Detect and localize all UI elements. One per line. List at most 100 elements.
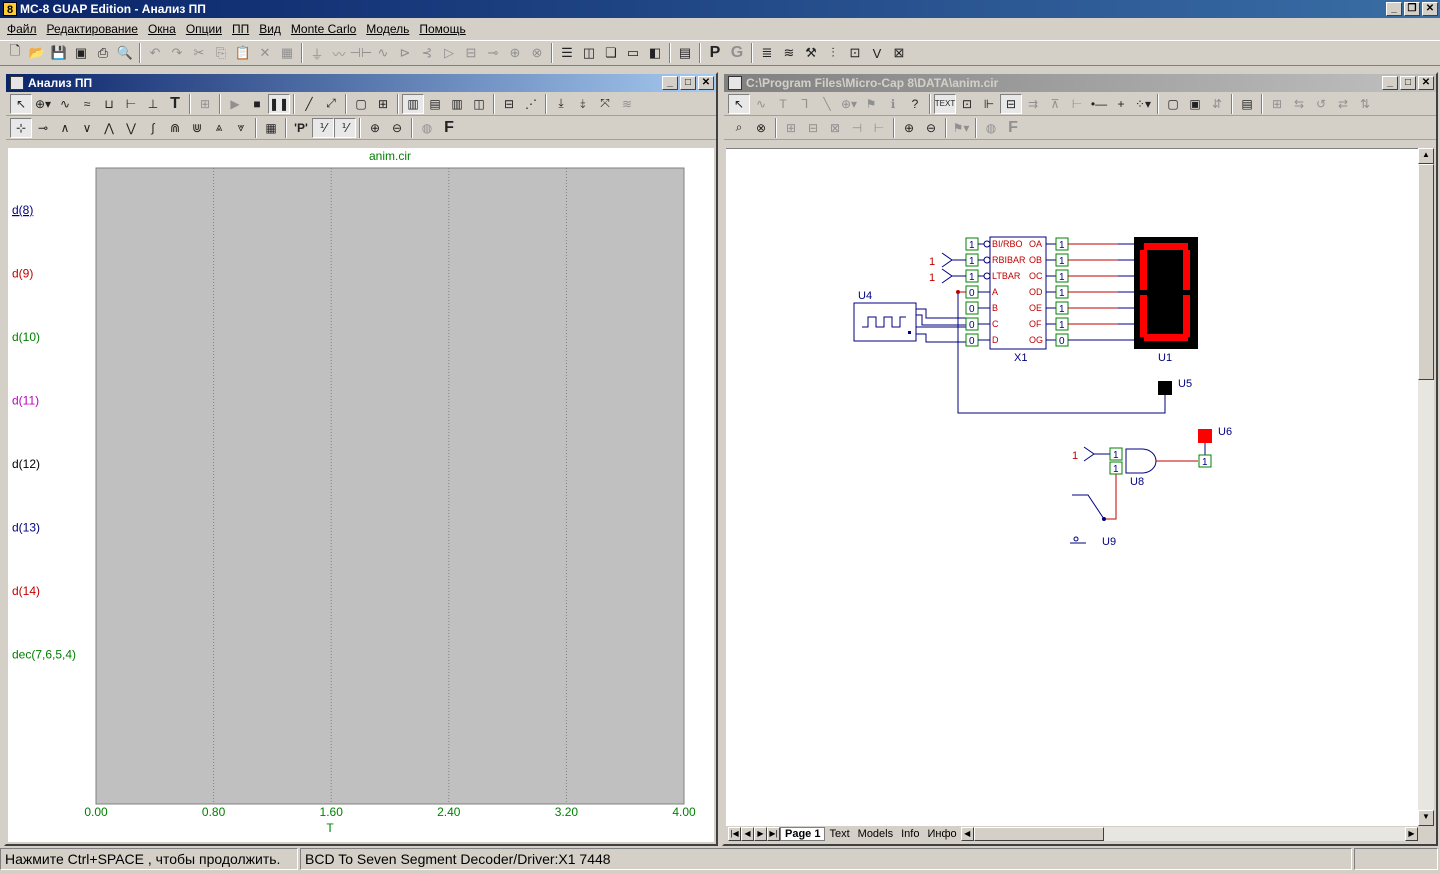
cursor-valley-icon[interactable]: ⊸ bbox=[32, 118, 54, 138]
title-block-icon[interactable]: ▣ bbox=[1184, 94, 1206, 114]
same-x-icon[interactable]: ⅟ bbox=[334, 117, 356, 138]
waveform-icon[interactable]: ≋ bbox=[778, 42, 800, 64]
cursor-both-icon[interactable]: ⤧ bbox=[594, 94, 616, 114]
flip-y-icon[interactable]: ⇅ bbox=[1354, 94, 1376, 114]
menu-edit[interactable]: Редактирование bbox=[42, 22, 143, 36]
stop-icon[interactable]: ■ bbox=[246, 94, 268, 114]
cursor-left-icon[interactable]: ⤓ bbox=[550, 94, 572, 114]
macro-icon[interactable]: ⊞ bbox=[780, 118, 802, 138]
info-mode-icon[interactable]: ℹ bbox=[882, 94, 904, 114]
tab-info-ru[interactable]: Инфо bbox=[923, 828, 960, 840]
properties-icon[interactable]: ⊞ bbox=[194, 94, 216, 114]
next-peak-icon[interactable]: ∧ bbox=[54, 118, 76, 138]
prev-page-button[interactable]: ◀ bbox=[741, 827, 754, 841]
cursor-wave-icon[interactable]: ≋ bbox=[616, 94, 638, 114]
window-icon[interactable]: ▭ bbox=[622, 42, 644, 64]
attributes-icon[interactable]: ▤ bbox=[1236, 94, 1258, 114]
trace-label[interactable]: d(8) bbox=[12, 203, 33, 217]
font-icon[interactable]: F bbox=[1002, 118, 1024, 138]
schematic-canvas[interactable]: U4 X1 BI/RBO RBIBAR LTBAR A B C D OA OB bbox=[726, 148, 1420, 826]
restore-button[interactable]: ❐ bbox=[1404, 2, 1420, 16]
rotate-left-icon[interactable]: ↺ bbox=[1310, 94, 1332, 114]
tab-models[interactable]: Models bbox=[854, 828, 897, 840]
menu-windows[interactable]: Окна bbox=[143, 22, 181, 36]
zoom-in-icon[interactable]: ⊕ bbox=[364, 118, 386, 138]
menu-help[interactable]: Помощь bbox=[414, 22, 470, 36]
battery-icon[interactable]: ⊟ bbox=[460, 42, 482, 64]
grid-lines-icon[interactable]: ▥ bbox=[402, 93, 424, 114]
wire-mode-icon[interactable]: ∿ bbox=[750, 94, 772, 114]
flip-icon[interactable]: ⇵ bbox=[1206, 94, 1228, 114]
copy-icon[interactable]: ⎘ bbox=[210, 42, 232, 64]
analysis-window-icon[interactable]: ⊠ bbox=[888, 42, 910, 64]
flag-icon[interactable]: ⚑ bbox=[860, 94, 882, 114]
schematic-minimize-button[interactable]: _ bbox=[1382, 76, 1398, 90]
binoculars-icon[interactable]: ⊗ bbox=[750, 118, 772, 138]
point-tag-icon[interactable]: ⊔ bbox=[98, 94, 120, 114]
global-high-icon[interactable]: ⋒ bbox=[164, 118, 186, 138]
split-window-icon[interactable]: ◧ bbox=[644, 42, 666, 64]
next-page-button[interactable]: ▶ bbox=[754, 827, 767, 841]
vertical-tag-icon[interactable]: ⊥ bbox=[142, 94, 164, 114]
scale-icon[interactable]: ∿ bbox=[54, 94, 76, 114]
low-icon[interactable]: ⋁ bbox=[120, 118, 142, 138]
border-icon[interactable]: ▢ bbox=[350, 94, 372, 114]
align-left-icon[interactable]: ⊣ bbox=[846, 118, 868, 138]
menu-transient[interactable]: ПП bbox=[227, 22, 254, 36]
tile-horizontal-icon[interactable]: ☰ bbox=[556, 42, 578, 64]
inflection-icon[interactable]: ∫ bbox=[142, 118, 164, 138]
switch-icon[interactable]: ⊸ bbox=[482, 42, 504, 64]
flag-drop-icon[interactable]: ⚑▾ bbox=[950, 118, 972, 138]
find-icon[interactable]: ⌕ bbox=[728, 118, 750, 138]
save-as-icon[interactable]: ▣ bbox=[70, 42, 92, 64]
step-out-icon[interactable]: ⊠ bbox=[824, 118, 846, 138]
save-icon[interactable]: 💾 bbox=[48, 42, 70, 64]
high-icon[interactable]: ⋀ bbox=[98, 118, 120, 138]
probe-p-icon[interactable]: P bbox=[704, 42, 726, 64]
transistor-icon[interactable]: ⊰ bbox=[416, 42, 438, 64]
menu-model[interactable]: Модель bbox=[361, 22, 414, 36]
analysis-maximize-button[interactable]: □ bbox=[680, 76, 696, 90]
and-gate-u8[interactable] bbox=[1125, 448, 1157, 474]
numeric-output-icon[interactable]: ≣ bbox=[756, 42, 778, 64]
close-button[interactable]: ✕ bbox=[1422, 2, 1438, 16]
cut-icon[interactable]: ✂ bbox=[188, 42, 210, 64]
calculator-icon[interactable]: ▤ bbox=[674, 42, 696, 64]
schematic-vertical-scrollbar[interactable]: ▲ ▼ bbox=[1418, 148, 1434, 826]
plot-panel[interactable]: anim.cir 0.00 0.80 1.60 2.40 3.20 4.00 d(8) d(… bbox=[8, 148, 714, 842]
trace-label[interactable]: dec(7,6,5,4) bbox=[12, 648, 76, 662]
step-in-icon[interactable]: ⊟ bbox=[802, 118, 824, 138]
tab-page-1[interactable]: Page 1 bbox=[780, 827, 826, 841]
scroll-thumb[interactable] bbox=[1418, 164, 1434, 380]
trace-label[interactable]: d(12) bbox=[12, 457, 40, 471]
menu-monte-carlo[interactable]: Monte Carlo bbox=[286, 22, 361, 36]
flip-x-icon[interactable]: ⇄ bbox=[1332, 94, 1354, 114]
text-mode-icon[interactable]: T bbox=[772, 94, 794, 114]
baseline-icon[interactable]: ⊟ bbox=[498, 94, 520, 114]
cascade-icon[interactable]: ❏ bbox=[600, 42, 622, 64]
hscroll-left-button[interactable]: ◀ bbox=[960, 827, 974, 841]
vxy-icon[interactable]: V bbox=[866, 42, 888, 64]
tolerance-icon[interactable]: ⫶ bbox=[822, 42, 844, 64]
new-file-icon[interactable]: 🗋 bbox=[4, 42, 26, 64]
source-icon[interactable]: ⊕ bbox=[504, 42, 526, 64]
border-icon[interactable]: ▢ bbox=[1162, 94, 1184, 114]
open-file-icon[interactable]: 📂 bbox=[26, 42, 48, 64]
pin-markers-icon[interactable]: ⊩ bbox=[978, 94, 1000, 114]
redo-icon[interactable]: ↷ bbox=[166, 42, 188, 64]
schematic-maximize-button[interactable]: □ bbox=[1400, 76, 1416, 90]
menu-view[interactable]: Вид bbox=[254, 22, 286, 36]
global-low-icon[interactable]: ⋓ bbox=[186, 118, 208, 138]
cross-icon[interactable]: + bbox=[1110, 94, 1132, 114]
cursor-right-icon[interactable]: ⤈ bbox=[572, 94, 594, 114]
menu-options[interactable]: Опции bbox=[181, 22, 227, 36]
diode-icon[interactable]: ⊳ bbox=[394, 42, 416, 64]
node-numbers-icon[interactable]: ⊡ bbox=[956, 94, 978, 114]
bottom-icon[interactable]: ⩔ bbox=[230, 118, 252, 138]
power-icon[interactable]: ⊼ bbox=[1044, 94, 1066, 114]
tile-vertical-icon[interactable]: ◫ bbox=[578, 42, 600, 64]
font-icon[interactable]: F bbox=[438, 118, 460, 138]
trace-label[interactable]: d(13) bbox=[12, 521, 40, 535]
paste-icon[interactable]: 📋 bbox=[232, 42, 254, 64]
select-mode-icon[interactable]: ↖ bbox=[10, 93, 32, 114]
